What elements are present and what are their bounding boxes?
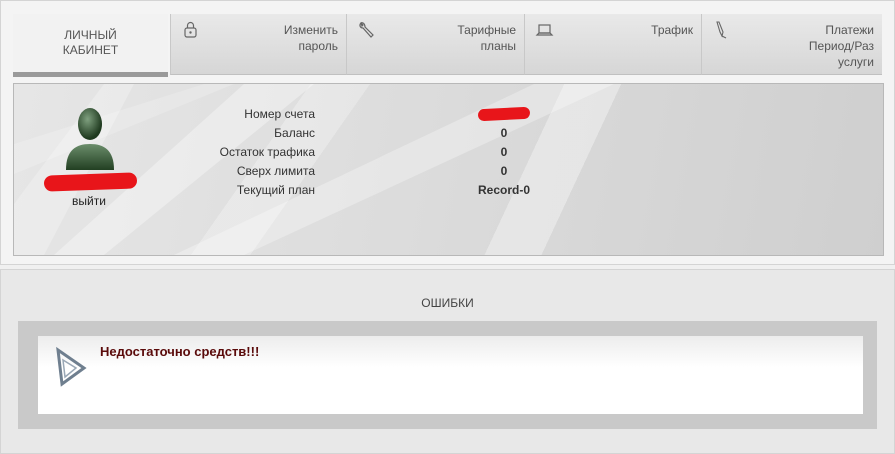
value-account-number: [464, 105, 544, 124]
tab-label-line: планы: [480, 39, 516, 53]
tab-personal-cabinet[interactable]: ЛИЧНЫЙ КАБИНЕТ: [13, 14, 168, 77]
laptop-icon: [535, 24, 554, 36]
value-traffic-left: 0: [500, 145, 508, 159]
redacted-account-number: [477, 106, 531, 122]
label-account-number: Номер счета: [244, 107, 315, 121]
warning-triangle-icon: [56, 346, 87, 387]
label-current-plan: Текущий план: [236, 183, 315, 197]
account-info: выйти Номер счета Баланс Остаток трафика…: [13, 83, 884, 256]
user-avatar-icon: [66, 108, 114, 170]
account-panel: ЛИЧНЫЙ КАБИНЕТ Изменить пароль Тарифные …: [0, 0, 895, 265]
error-message-area: Недостаточно средств!!!: [38, 336, 863, 414]
redacted-username: [43, 172, 138, 192]
pen-icon: [716, 21, 727, 39]
tab-change-password[interactable]: Изменить пароль: [170, 14, 346, 75]
label-over-limit: Сверх лимита: [236, 164, 315, 178]
logout-link[interactable]: выйти: [72, 194, 106, 208]
errors-title: ОШИБКИ: [421, 296, 474, 310]
tab-payments[interactable]: Платежи Период/Раз услуги: [701, 14, 882, 75]
background-rays: [14, 84, 614, 255]
wrench-icon: [359, 21, 374, 38]
tab-traffic[interactable]: Трафик: [524, 14, 701, 75]
nav-tabs: ЛИЧНЫЙ КАБИНЕТ Изменить пароль Тарифные …: [13, 14, 882, 77]
tab-label-line: Период/Раз: [808, 39, 874, 53]
tab-label-line: услуги: [838, 55, 874, 69]
value-current-plan: Record-0: [477, 183, 530, 197]
errors-panel: ОШИБКИ Недостаточно средств!!!: [0, 269, 895, 454]
account-labels: Номер счета Баланс Остаток трафика Сверх…: [220, 105, 315, 200]
value-balance: 0: [500, 126, 508, 140]
error-box: Недостаточно средств!!!: [18, 321, 877, 429]
error-message: Недостаточно средств!!!: [100, 344, 260, 359]
label-balance: Баланс: [274, 126, 315, 140]
tab-label-line: КАБИНЕТ: [62, 43, 119, 57]
tab-label-line: ЛИЧНЫЙ: [64, 28, 117, 42]
value-over-limit: 0: [500, 164, 508, 178]
tab-tariff-plans[interactable]: Тарифные планы: [346, 14, 524, 75]
tab-label-line: пароль: [298, 39, 338, 53]
label-traffic-left: Остаток трафика: [219, 145, 315, 159]
lock-icon: [184, 21, 197, 38]
account-values: 0 0 0 Record-0: [464, 105, 544, 200]
tab-personal-cabinet-label: ЛИЧНЫЙ КАБИНЕТ: [13, 14, 168, 58]
